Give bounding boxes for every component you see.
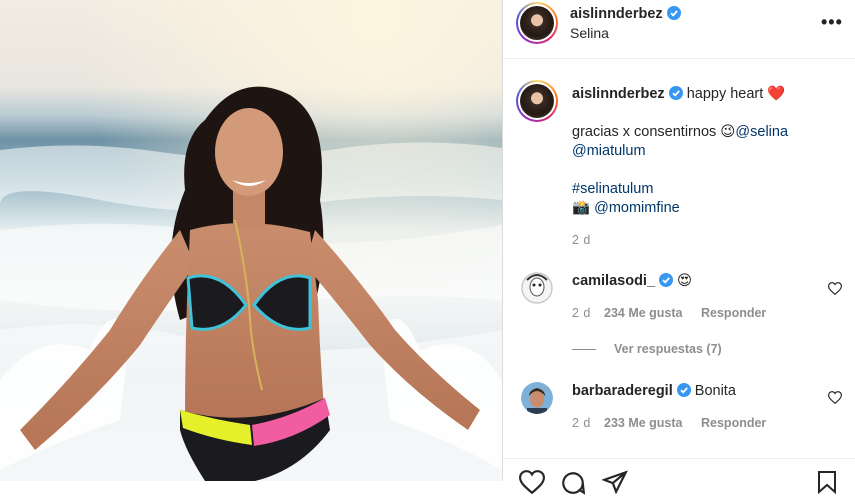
mention-momimfine[interactable]: @momimfine [594,200,680,216]
comment-body: barbaraderegil Bonita [572,382,736,401]
caption-title: happy heart [686,86,764,102]
heart-icon[interactable] [828,391,842,404]
heart-icon[interactable] [828,282,842,295]
verified-icon [659,273,674,287]
replies-divider [572,349,596,350]
verified-icon [668,86,683,100]
comment-avatar[interactable] [521,272,553,304]
mention-miatulum[interactable]: @miatulum [572,142,646,161]
comment-username[interactable]: camilasodi_ [572,273,655,289]
mention-selina[interactable]: @selina [735,124,788,140]
reply-button[interactable]: Responder [701,416,766,430]
verified-icon [676,383,691,397]
post-photo[interactable] [0,0,502,481]
share-icon[interactable] [602,470,628,494]
post-header: aislinnderbez Selina ••• [503,0,855,59]
comment-username[interactable]: barbaraderegil [572,383,673,399]
comment-icon[interactable] [560,470,586,496]
photo-illustration [0,0,502,481]
comment-time[interactable]: 2 d [572,306,591,320]
caption-photo-credit: 📸 @momimfine [572,199,680,218]
hashtag-selinatulum[interactable]: #selinatulum [572,180,653,199]
more-icon[interactable]: ••• [821,12,843,33]
caption-time[interactable]: 2 d [572,233,591,247]
caption-first-line: aislinnderbez happy heart ❤️ [572,85,785,104]
comment-body: camilasodi_ 😍 [572,272,692,291]
camera-emoji: 📸 [572,200,591,216]
caption-line-thanks: gracias x consentirnos 😉@selina [572,124,789,140]
author-avatar[interactable] [516,2,558,44]
heart-emoji: ❤️ [767,86,786,102]
comment-likes[interactable]: 234 Me gusta [604,306,683,320]
comment-text: 😍 [677,273,693,289]
view-replies-button[interactable]: Ver respuestas (7) [614,342,722,356]
bookmark-icon[interactable] [815,470,839,494]
like-icon[interactable] [519,470,545,494]
comment-likes[interactable]: 233 Me gusta [604,416,683,430]
comment-time[interactable]: 2 d [572,416,591,430]
author-username[interactable]: aislinnderbez [570,6,681,22]
location-link[interactable]: Selina [570,25,609,41]
comment-text: Bonita [694,383,736,399]
wink-emoji: 😉 [720,124,736,140]
action-bar-divider [503,458,855,459]
caption-username[interactable]: aislinnderbez [572,86,665,102]
post-side-panel: aislinnderbez Selina ••• aislinnderbez h… [503,0,855,495]
reply-button[interactable]: Responder [701,306,766,320]
caption-author-avatar[interactable] [516,80,558,122]
verified-icon [666,6,681,20]
comment-avatar[interactable] [521,382,553,414]
